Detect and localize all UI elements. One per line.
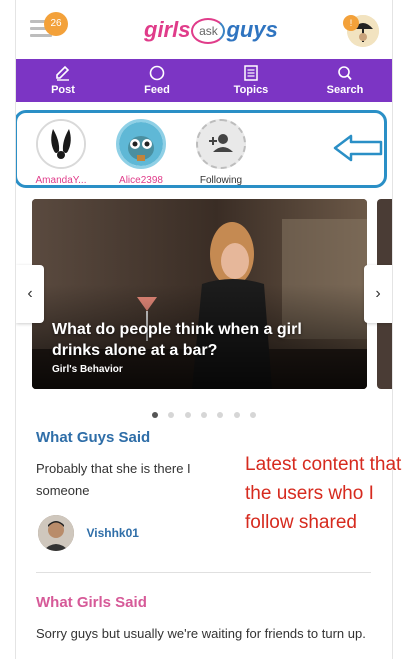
carousel-prev-button[interactable]: ‹ [16, 265, 44, 323]
guys-answer-user[interactable]: Vishhk01 [38, 515, 139, 551]
user-avatar [38, 515, 74, 551]
app-header: 26 girls ask guys ! [16, 0, 392, 56]
story-avatar [196, 119, 246, 169]
story-avatar [116, 119, 166, 169]
pencil-icon [56, 65, 70, 81]
logo-ask: ask [191, 18, 226, 45]
carousel-dot[interactable] [250, 412, 257, 418]
carousel-dot[interactable] [168, 412, 175, 418]
carousel-slide[interactable]: What do people think when a girl drinks … [32, 199, 367, 389]
story-avatar [36, 119, 86, 169]
logo-guys: guys [226, 17, 278, 42]
carousel-dots [16, 405, 392, 423]
story-following[interactable]: Following [191, 119, 251, 186]
profile-alert-badge: ! [343, 15, 359, 31]
carousel-dot[interactable] [217, 412, 224, 418]
featured-carousel: What do people think when a girl drinks … [16, 199, 392, 391]
girls-said-heading: What Girls Said [36, 594, 147, 611]
guys-answer-text[interactable]: Probably that she is there I someone [36, 458, 236, 502]
girls-answer-text[interactable]: Sorry guys but usually we're waiting for… [36, 623, 376, 645]
carousel-dot[interactable] [201, 412, 207, 418]
add-user-icon [209, 134, 233, 152]
nav-topics-label: Topics [233, 84, 269, 96]
carousel-dot[interactable] [233, 412, 240, 418]
topics-icon [244, 65, 258, 81]
nav-search[interactable]: Search [298, 59, 392, 102]
story-name-following: Following [199, 175, 243, 186]
nav-feed-label: Feed [144, 84, 170, 96]
notification-badge[interactable]: 26 [44, 12, 68, 36]
nav-topics[interactable]: Topics [204, 59, 298, 102]
story-name-amanda: AmandaY... [35, 175, 87, 186]
nav-feed[interactable]: Feed [110, 59, 204, 102]
slide-title: What do people think when a girl drinks … [52, 321, 302, 359]
feed-icon [149, 65, 165, 81]
slide-category: Girl's Behavior [52, 364, 123, 375]
following-stories: AmandaY... Alice2398 Following [16, 110, 387, 188]
nav-post-label: Post [51, 84, 75, 96]
user-name: Vishhk01 [86, 526, 139, 540]
section-divider [36, 572, 371, 573]
guys-said-heading: What Guys Said [36, 429, 151, 446]
story-alice[interactable]: Alice2398 [111, 119, 171, 186]
carousel-dot[interactable] [184, 412, 191, 418]
app-frame: 26 girls ask guys ! Post Feed Topics Sea… [15, 0, 393, 659]
carousel-dot[interactable] [151, 412, 158, 418]
story-name-alice: Alice2398 [119, 175, 163, 186]
site-logo[interactable]: girls ask guys [144, 17, 278, 45]
carousel-next-button[interactable]: › [364, 265, 392, 323]
annotation-arrow-icon [333, 134, 383, 162]
nav-post[interactable]: Post [16, 59, 110, 102]
story-amanda[interactable]: AmandaY... [31, 119, 91, 186]
nav-search-label: Search [326, 84, 364, 96]
logo-girls: girls [144, 17, 191, 42]
main-nav: Post Feed Topics Search [16, 59, 392, 102]
annotation-note: Latest content that the users who I foll… [245, 454, 402, 533]
search-icon [338, 66, 352, 81]
